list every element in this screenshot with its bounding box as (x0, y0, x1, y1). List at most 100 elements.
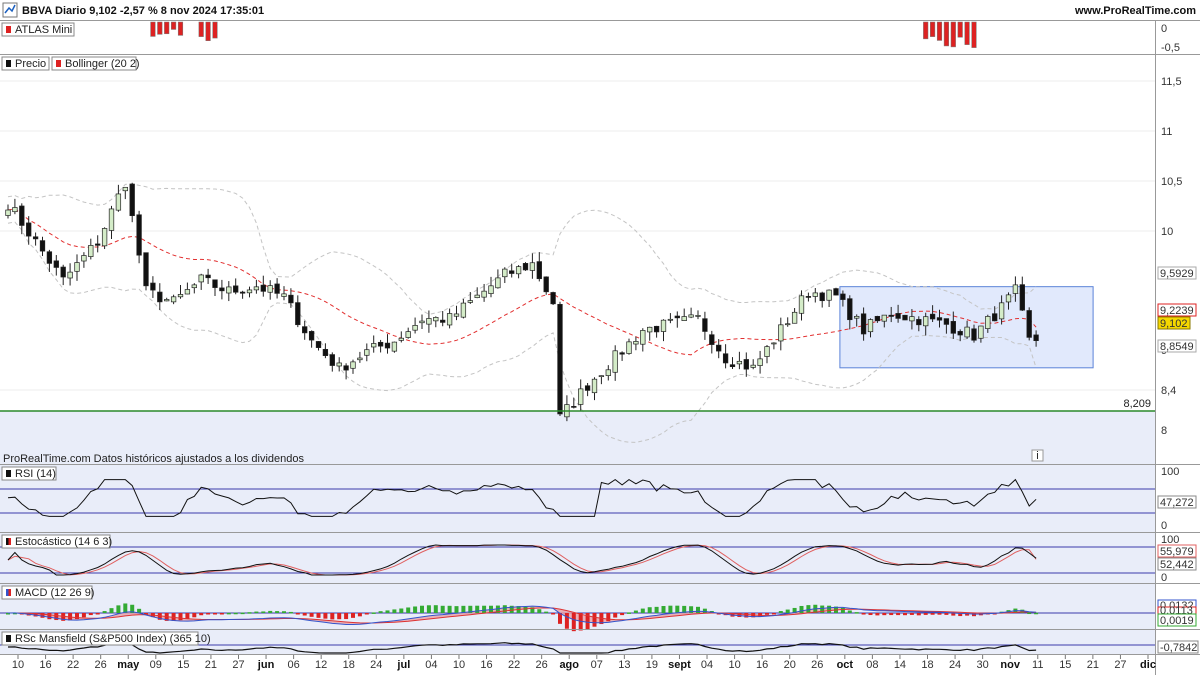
panel-label-mansfield[interactable]: RSc Mansfield (S&P500 Index) (365 10) (1, 631, 211, 646)
x-tick-label: 13 (618, 659, 630, 671)
x-tick-label: 06 (287, 659, 299, 671)
candle-body (757, 358, 763, 366)
macd-hist-bar (606, 613, 611, 622)
panel-label-macd[interactable]: MACD (12 26 9) (1, 585, 94, 600)
macd-hist-bar (944, 613, 949, 615)
candle-body (253, 286, 260, 291)
candle-body (950, 321, 956, 334)
candle-body (778, 324, 784, 342)
candle-body (985, 316, 991, 329)
macd-hist-bar (647, 607, 652, 613)
candle-body (267, 285, 273, 293)
candle-body (260, 284, 266, 292)
candle-body (812, 292, 818, 297)
x-tick-label: 18 (921, 659, 933, 671)
candle-body (143, 252, 149, 287)
candle-body (674, 315, 680, 319)
macd-hist-bar (799, 605, 804, 613)
panel-label-stoch[interactable]: Estocástico (14 6 3) (1, 534, 112, 549)
macd-hist-bar (268, 610, 273, 613)
candle-body (978, 325, 984, 339)
macd-hist-bar (613, 613, 618, 618)
svg-text:Estocástico (14 6 3): Estocástico (14 6 3) (15, 536, 112, 548)
macd-hist-bar (426, 605, 431, 613)
macd-hist-bar (696, 606, 700, 613)
macd-hist-bar (185, 613, 190, 619)
atlas-bar (930, 21, 936, 37)
macd-hist-bar (571, 613, 576, 632)
badge-lower-band-text: 8,8549 (1160, 341, 1194, 353)
candle-body (578, 388, 584, 405)
macd-hist-bar (668, 605, 673, 613)
badge-mansfield-text: -0,7842 (1160, 642, 1197, 654)
candle-body (170, 296, 177, 303)
candle-body (233, 285, 239, 293)
candle-body (122, 186, 128, 192)
rsi-tick-0: 0 (1161, 520, 1167, 532)
atlas-bar (943, 21, 949, 47)
price-tick-8: 8 (1161, 425, 1167, 437)
candle-body (184, 289, 191, 295)
macd-hist-bar (633, 610, 638, 613)
candle-body (502, 268, 508, 278)
candle-body (488, 285, 494, 294)
macd-hist-bar (226, 612, 231, 615)
candle-body (288, 294, 294, 304)
macd-hist-bar (909, 613, 914, 615)
support-label: 8,209 (1123, 398, 1151, 410)
info-icon[interactable]: i (1031, 449, 1044, 462)
macd-hist-bar (440, 605, 445, 613)
panel-label-price[interactable]: Precio (1, 56, 50, 71)
macd-hist-bar (309, 613, 314, 617)
candle-body (964, 326, 970, 338)
candle-body (129, 183, 135, 217)
svg-text:Precio: Precio (15, 58, 46, 70)
x-tick-label: dic (1140, 659, 1156, 671)
x-tick-label: 07 (591, 659, 603, 671)
candle-body (108, 208, 115, 231)
price-footnote: ProRealTime.com Datos históricos ajustad… (3, 453, 305, 465)
candle-body (95, 243, 101, 246)
price-tick-115: 11,5 (1161, 76, 1182, 88)
macd-hist-bar (261, 611, 266, 613)
candle-body (329, 354, 335, 366)
candle-body (943, 318, 950, 325)
candle-body (957, 331, 963, 336)
macd-hist-bar (337, 613, 342, 620)
x-tick-label: 18 (343, 659, 355, 671)
candle-body (536, 261, 542, 280)
x-axis: 10 16 22 26 may 09 15 21 27 jun 06 12 18 24 jul 04 10 16 2… (12, 655, 1156, 671)
panel-label-atlas[interactable]: ATLAS Mini (1, 22, 75, 37)
candle-body (246, 289, 253, 294)
macd-hist-bar (882, 613, 887, 616)
candle-body (653, 325, 660, 333)
candle-body (5, 209, 11, 216)
panel-label-rsi[interactable]: RSI (14) (1, 466, 57, 481)
candle-body (550, 292, 556, 305)
candle (1026, 307, 1032, 341)
candle-body (1033, 334, 1039, 341)
candle-body (412, 325, 418, 331)
right-axis: 0 -0,5 11,5 11 10,5 10 9 8,4 8 9,5929 9,… (1157, 23, 1199, 654)
candle (557, 301, 563, 416)
candle-body (12, 207, 18, 213)
brand-link[interactable]: www.ProRealTime.com (1074, 5, 1196, 17)
candle-body (1005, 294, 1012, 303)
candle-body (571, 406, 577, 408)
candle-body (302, 326, 308, 334)
x-tick-label: 12 (315, 659, 327, 671)
panel-label-bollinger[interactable]: Bollinger (20 2) (51, 56, 140, 71)
x-tick-label: 16 (756, 659, 768, 671)
candle-body (729, 364, 736, 368)
macd-hist-bar (385, 610, 390, 613)
atlas-bar (923, 21, 929, 40)
macd-hist-bar (420, 605, 424, 613)
candle-body (633, 341, 639, 345)
macd-hist-bar (661, 606, 666, 613)
candle-body (791, 311, 798, 324)
candle-body (136, 214, 142, 256)
macd-hist-bar (861, 613, 866, 615)
macd-hist-bar (213, 613, 217, 615)
candle-body (315, 341, 322, 348)
candle (101, 227, 108, 250)
